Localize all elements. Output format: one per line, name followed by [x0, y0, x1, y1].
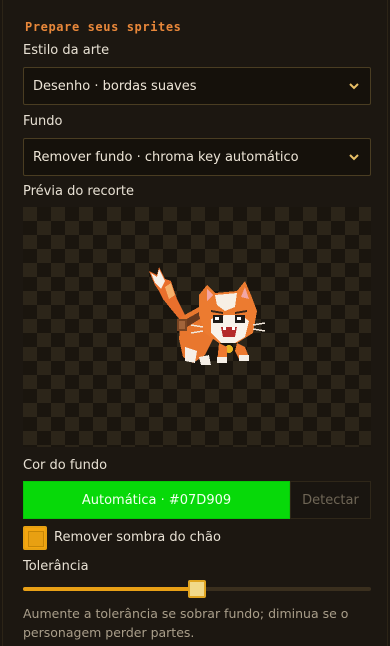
panel-heading: Prepare seus sprites — [25, 20, 182, 34]
tolerance-label: Tolerância — [23, 559, 89, 574]
background-mode-value: Remover fundo · chroma key automático — [33, 149, 299, 165]
sprite-prep-panel: Prepare seus sprites Estilo da arte Dese… — [2, 0, 388, 646]
bg-color-label: Cor do fundo — [23, 458, 108, 473]
cat-sprite-image — [149, 267, 266, 365]
art-style-select[interactable]: Desenho · bordas suaves — [23, 67, 371, 105]
cutout-preview — [23, 207, 371, 447]
art-style-value: Desenho · bordas suaves — [33, 78, 197, 94]
chevron-down-icon — [349, 83, 359, 90]
detect-button[interactable]: Detectar — [290, 481, 371, 519]
preview-label: Prévia do recorte — [23, 184, 135, 199]
tolerance-slider-fill — [23, 587, 197, 591]
chevron-down-icon — [349, 154, 359, 161]
art-style-label: Estilo da arte — [23, 43, 110, 58]
remove-shadow-label[interactable]: Remover sombra do chão — [54, 530, 221, 545]
bg-color-button[interactable]: Automática · #07D909 — [23, 481, 290, 519]
background-mode-select[interactable]: Remover fundo · chroma key automático — [23, 138, 371, 176]
tolerance-hint: Aumente a tolerância se sobrar fundo; di… — [23, 606, 349, 640]
background-label: Fundo — [23, 114, 63, 129]
tolerance-slider-thumb[interactable] — [188, 580, 206, 598]
remove-shadow-checkbox[interactable] — [23, 526, 47, 550]
tolerance-slider[interactable] — [23, 580, 371, 598]
